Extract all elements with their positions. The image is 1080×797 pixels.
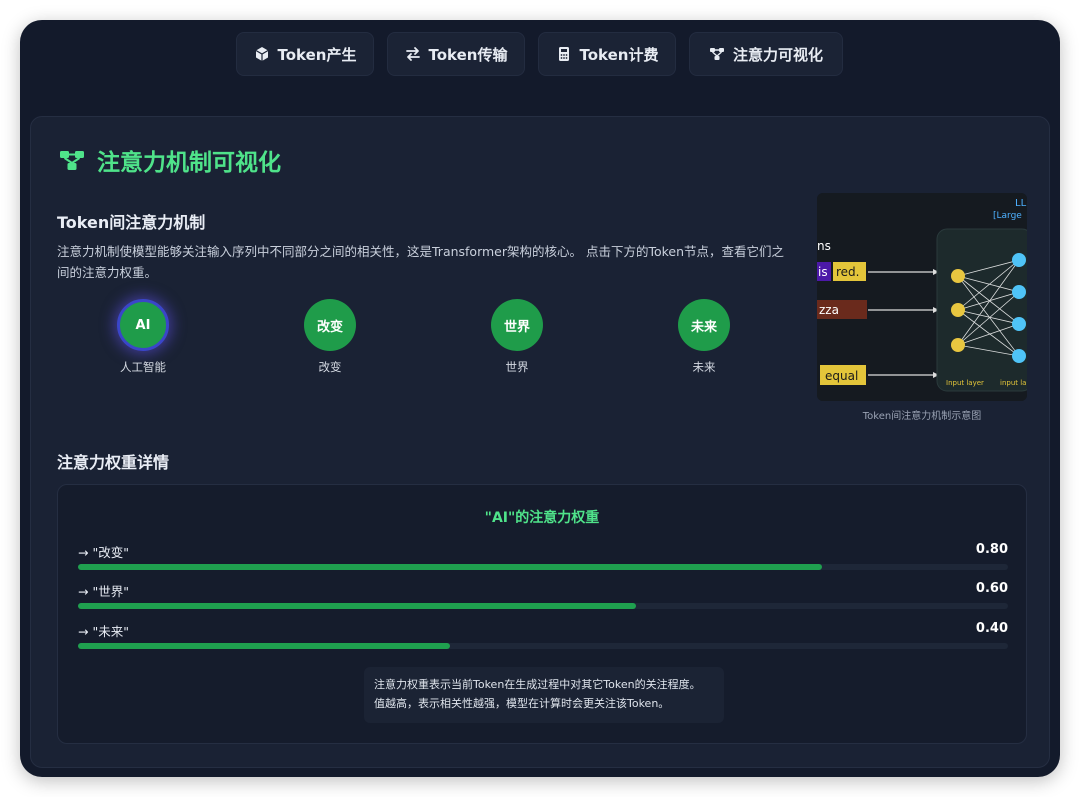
diagram-label-large: [Large <box>993 211 1022 221</box>
weight-bar-fill <box>78 564 822 570</box>
neural-network-diagram: LL [Large ns is red. zza equal Input lay… <box>817 193 1027 401</box>
weight-bar-fill <box>78 643 450 649</box>
weight-label: → "改变" <box>78 545 129 560</box>
tab-bar: Token产生 Token传输 Token计费 注意力可视化 <box>20 32 1060 76</box>
weight-value: 0.60 <box>975 581 1008 596</box>
chip-equal-text: equal <box>825 369 858 383</box>
weight-label: → "未来" <box>78 624 129 639</box>
chip-zza-text: zza <box>819 303 839 317</box>
token-node-world[interactable]: 世界 世界 <box>457 299 577 375</box>
page-title: 注意力机制可视化 <box>97 150 281 176</box>
app-window: Token产生 Token传输 Token计费 注意力可视化 注意力机制可视化 … <box>20 20 1060 777</box>
weight-bar-track <box>78 603 1008 609</box>
token-circle: 未来 <box>678 299 730 351</box>
token-circle: AI <box>117 299 169 351</box>
weight-label: → "世界" <box>78 584 129 599</box>
attention-diagram-image: LL [Large ns is red. zza equal Input lay… <box>817 193 1027 401</box>
description: 注意力机制使模型能够关注输入序列中不同部分之间的相关性，这是Transforme… <box>57 244 785 280</box>
weights-title: "AI"的注意力权重 <box>484 510 600 526</box>
weight-bar-track <box>78 564 1008 570</box>
note-line: 值越高，表示相关性越强，模型在计算时会更关注该Token。 <box>374 697 670 710</box>
network-icon <box>60 151 84 170</box>
weight-bar-track <box>78 643 1008 649</box>
diagram-label-llm: LL <box>1015 198 1027 209</box>
tab-label: Token传输 <box>428 45 508 64</box>
token-label: 未来 <box>692 360 716 374</box>
tab-token-transfer[interactable]: Token传输 <box>387 32 525 76</box>
weights-note: 注意力权重表示当前Token在生成过程中对其它Token的关注程度。 值越高，表… <box>364 667 724 723</box>
tab-token-generation[interactable]: Token产生 <box>236 32 374 76</box>
weight-value: 0.80 <box>975 542 1008 557</box>
details-heading: 注意力权重详情 <box>57 453 170 472</box>
tab-label: Token计费 <box>579 45 659 64</box>
diagram-input-layer: Input layer <box>946 379 984 387</box>
attention-panel: 注意力机制可视化 Token间注意力机制 注意力机制使模型能够关注输入序列中不同… <box>30 116 1050 768</box>
subtitle: Token间注意力机制 <box>57 213 206 232</box>
tab-label: Token产生 <box>277 45 357 64</box>
tab-token-billing[interactable]: Token计费 <box>538 32 676 76</box>
token-circle: 改变 <box>304 299 356 351</box>
token-node-ai[interactable]: AI 人工智能 <box>83 299 203 375</box>
section-title: 注意力机制可视化 <box>59 143 281 177</box>
attention-weights-box: "AI"的注意力权重 → "改变" 0.80 → "世界" 0.60 → "未来… <box>57 484 1027 744</box>
token-label: 改变 <box>318 360 342 374</box>
token-node-future[interactable]: 未来 未来 <box>644 299 764 375</box>
chip-red-text: red. <box>836 265 859 279</box>
chip-is-text: is <box>818 265 828 279</box>
network-icon <box>709 48 724 60</box>
note-line: 注意力权重表示当前Token在生成过程中对其它Token的关注程度。 <box>374 678 701 691</box>
token-label: 世界 <box>505 360 529 374</box>
tab-label: 注意力可视化 <box>732 45 823 64</box>
diagram-caption: Token间注意力机制示意图 <box>862 411 982 422</box>
token-label: 人工智能 <box>120 360 166 374</box>
cube-icon <box>255 47 268 61</box>
tab-attention-visualization[interactable]: 注意力可视化 <box>689 32 843 76</box>
diagram-label-ns: ns <box>817 239 831 253</box>
token-node-change[interactable]: 改变 改变 <box>270 299 390 375</box>
weight-value: 0.40 <box>975 621 1008 636</box>
token-circle: 世界 <box>491 299 543 351</box>
calculator-icon <box>558 47 569 61</box>
diagram-input-layer-2: input la <box>1000 379 1026 387</box>
swap-arrows-icon <box>405 47 420 61</box>
weight-bar-fill <box>78 603 636 609</box>
